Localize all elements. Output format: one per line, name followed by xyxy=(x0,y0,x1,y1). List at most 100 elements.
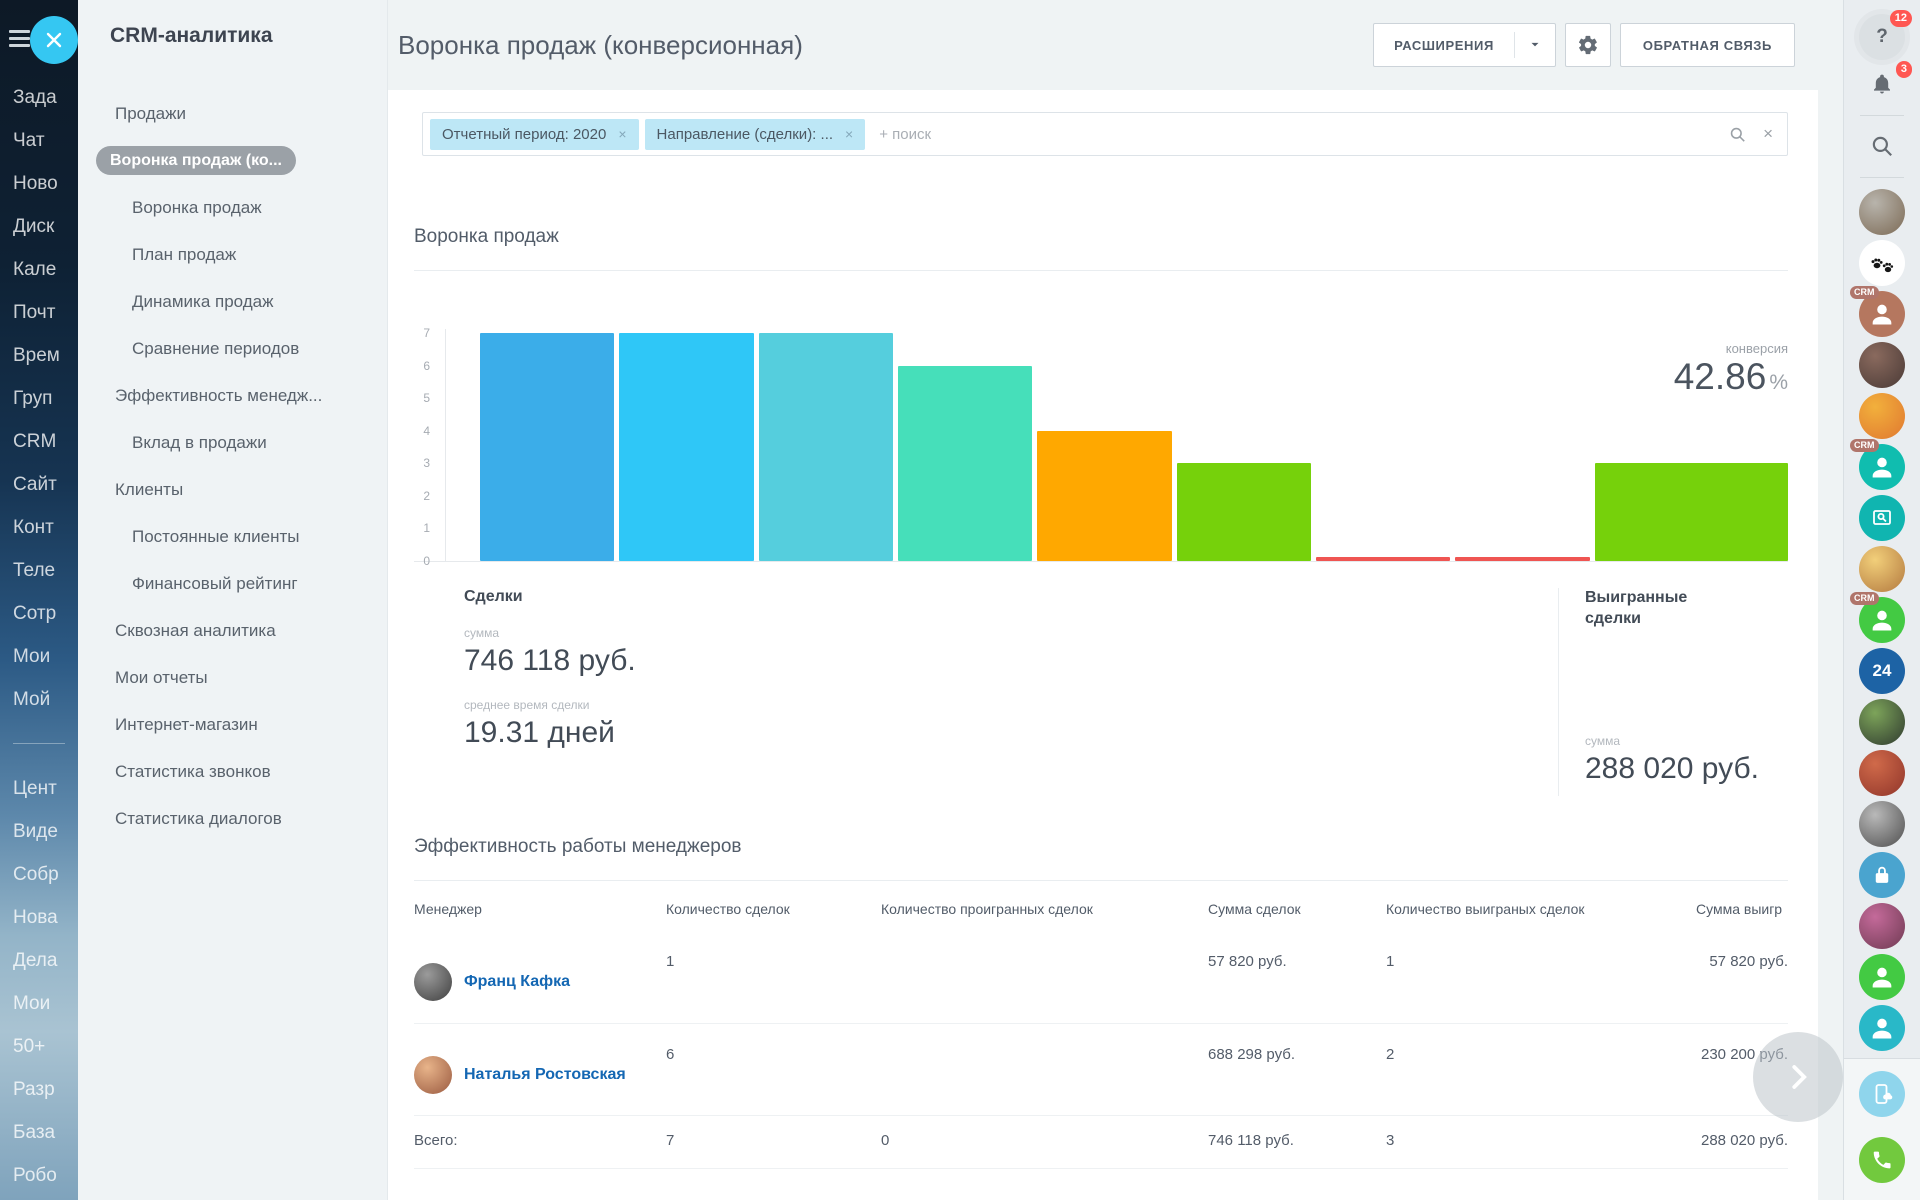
global-menu-item[interactable]: Виде xyxy=(0,810,78,853)
user-avatar[interactable] xyxy=(1859,1005,1905,1051)
notifications-button[interactable]: 3 xyxy=(1859,65,1905,103)
analytics-menu-item[interactable]: Продажи xyxy=(78,90,387,137)
global-menu-item[interactable]: Чат xyxy=(0,119,78,162)
chip-label: Направление (сделки): ... xyxy=(657,126,834,143)
global-menu-item[interactable]: Мои xyxy=(0,982,78,1025)
analytics-menu-item[interactable]: Сравнение периодов xyxy=(78,325,387,372)
user-avatar[interactable]: CRM xyxy=(1859,444,1905,490)
filter-chip-direction[interactable]: Направление (сделки): ... × xyxy=(645,119,866,150)
funnel-bar[interactable] xyxy=(1177,463,1311,561)
y-tick-label: 0 xyxy=(423,554,430,568)
close-menu-button[interactable] xyxy=(30,16,78,64)
global-menu-item[interactable]: Ново xyxy=(0,162,78,205)
monitor-search-button[interactable] xyxy=(1859,495,1905,541)
global-menu-item[interactable]: Теле xyxy=(0,549,78,592)
manager-link[interactable]: Наталья Ростовская xyxy=(464,1066,626,1084)
y-tick-label: 7 xyxy=(423,326,430,340)
global-menu-item[interactable]: Зада xyxy=(0,76,78,119)
rail-divider xyxy=(1860,177,1904,178)
clear-filter-icon[interactable]: × xyxy=(1763,124,1773,144)
deals-sum-label: сумма xyxy=(464,626,1558,640)
global-menu-item[interactable]: База xyxy=(0,1111,78,1154)
analytics-menu-item-selected[interactable]: Воронка продаж (ко... xyxy=(78,137,387,184)
user-avatar[interactable] xyxy=(1859,189,1905,235)
content-card: Отчетный период: 2020 × Направление (сде… xyxy=(388,90,1818,1200)
feedback-button[interactable]: ОБРАТНАЯ СВЯЗЬ xyxy=(1620,23,1795,67)
mobile-cloud-button[interactable] xyxy=(1859,1071,1905,1117)
global-menu-item[interactable]: Врем xyxy=(0,334,78,377)
rail-search-button[interactable] xyxy=(1859,127,1905,165)
global-menu-item[interactable]: Мои xyxy=(0,635,78,678)
user-avatar[interactable] xyxy=(1859,393,1905,439)
global-menu-item[interactable]: Мой xyxy=(0,678,78,721)
global-menu-item[interactable]: Цент xyxy=(0,767,78,810)
analytics-menu-item[interactable]: Постоянные клиенты xyxy=(78,513,387,560)
funnel-bar[interactable] xyxy=(480,333,614,561)
user-avatar[interactable] xyxy=(1859,546,1905,592)
user-avatar[interactable]: CRM xyxy=(1859,597,1905,643)
search-icon[interactable] xyxy=(1728,125,1747,144)
user-avatar[interactable] xyxy=(1859,750,1905,796)
global-menu-item[interactable]: Кале xyxy=(0,248,78,291)
deals-avg-label: среднее время сделки xyxy=(464,698,1558,712)
global-menu-item[interactable]: Сайт xyxy=(0,463,78,506)
phone-button[interactable] xyxy=(1859,1137,1905,1183)
table-cell xyxy=(881,931,1208,1023)
analytics-menu-item[interactable]: Финансовый рейтинг xyxy=(78,560,387,607)
bitrix24-avatar[interactable]: 24 xyxy=(1859,648,1905,694)
analytics-menu-item[interactable]: Статистика звонков xyxy=(78,748,387,795)
lock-button[interactable] xyxy=(1859,852,1905,898)
deals-avg-value: 19.31 дней xyxy=(464,716,1558,750)
filter-bar[interactable]: Отчетный период: 2020 × Направление (сде… xyxy=(422,112,1788,156)
paws-button[interactable] xyxy=(1859,240,1905,286)
filter-chip-period[interactable]: Отчетный период: 2020 × xyxy=(430,119,639,150)
remove-chip-icon[interactable]: × xyxy=(845,126,853,142)
analytics-menu-item[interactable]: Мои отчеты xyxy=(78,654,387,701)
global-menu-item[interactable]: Груп xyxy=(0,377,78,420)
menu-icon[interactable] xyxy=(9,30,30,51)
global-menu-item[interactable]: CRM xyxy=(0,420,78,463)
global-menu-item[interactable]: 50+ xyxy=(0,1025,78,1068)
funnel-bar[interactable] xyxy=(619,333,753,561)
analytics-menu-item[interactable]: План продаж xyxy=(78,231,387,278)
user-avatar[interactable]: CRM xyxy=(1859,291,1905,337)
search-placeholder[interactable]: + поиск xyxy=(879,126,931,143)
global-menu-item[interactable]: Конт xyxy=(0,506,78,549)
global-menu-item[interactable]: Разр xyxy=(0,1068,78,1111)
won-sum-label: сумма xyxy=(1585,734,1788,748)
extensions-dropdown[interactable] xyxy=(1515,38,1555,52)
user-avatar[interactable] xyxy=(1859,699,1905,745)
analytics-menu-item[interactable]: Воронка продаж xyxy=(78,184,387,231)
global-menu-item[interactable]: Почт xyxy=(0,291,78,334)
global-menu-item[interactable]: Дела xyxy=(0,939,78,982)
funnel-bar[interactable] xyxy=(759,333,893,561)
analytics-menu-item[interactable]: Вклад в продажи xyxy=(78,419,387,466)
user-avatar[interactable] xyxy=(1859,342,1905,388)
funnel-bar[interactable] xyxy=(1455,557,1589,561)
global-menu-item[interactable]: Нова xyxy=(0,896,78,939)
analytics-menu-item[interactable]: Интернет-магазин xyxy=(78,701,387,748)
analytics-menu-item[interactable]: Статистика диалогов xyxy=(78,795,387,842)
analytics-menu-item[interactable]: Динамика продаж xyxy=(78,278,387,325)
extensions-button[interactable]: РАСШИРЕНИЯ xyxy=(1373,23,1556,67)
analytics-menu-item[interactable]: Клиенты xyxy=(78,466,387,513)
global-menu-item[interactable]: Диск xyxy=(0,205,78,248)
analytics-menu-item[interactable]: Сквозная аналитика xyxy=(78,607,387,654)
conversion-unit: % xyxy=(1769,371,1788,394)
global-menu-item[interactable]: Сотр xyxy=(0,592,78,635)
funnel-bar[interactable] xyxy=(1037,431,1171,561)
funnel-bar[interactable] xyxy=(1316,557,1450,561)
manager-link[interactable]: Франц Кафка xyxy=(464,973,570,991)
analytics-menu-item[interactable]: Эффективность менедж... xyxy=(78,372,387,419)
global-menu-item[interactable]: Робо xyxy=(0,1154,78,1197)
scroll-right-button[interactable] xyxy=(1753,1032,1843,1122)
help-button[interactable]: ?12 xyxy=(1859,14,1905,60)
funnel-bar[interactable] xyxy=(1595,463,1788,561)
user-avatar[interactable] xyxy=(1859,903,1905,949)
user-avatar[interactable] xyxy=(1859,801,1905,847)
funnel-bar[interactable] xyxy=(898,366,1032,561)
remove-chip-icon[interactable]: × xyxy=(618,126,626,142)
global-menu-item[interactable]: Собр xyxy=(0,853,78,896)
user-avatar[interactable] xyxy=(1859,954,1905,1000)
settings-button[interactable] xyxy=(1565,23,1611,67)
